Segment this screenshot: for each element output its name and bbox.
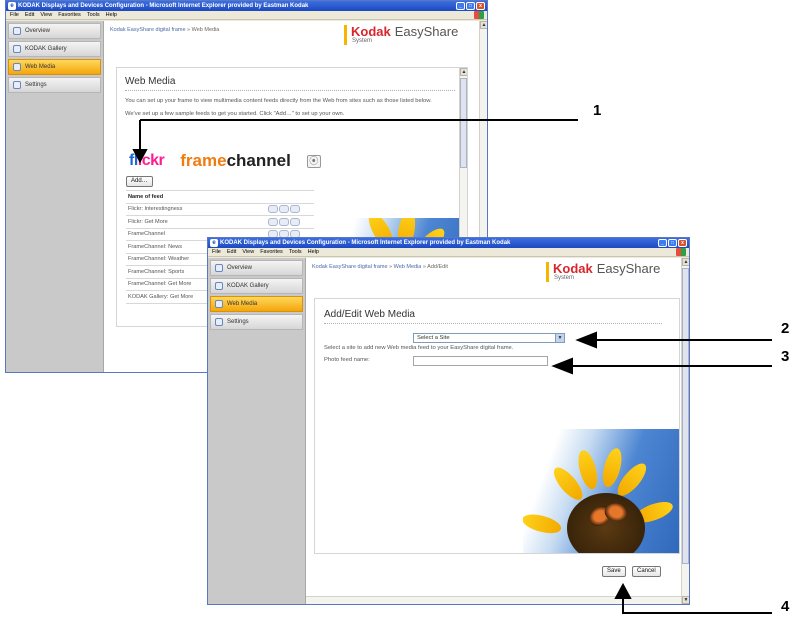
callout-number-2: 2 bbox=[781, 320, 790, 337]
arrowhead-2 bbox=[575, 331, 597, 349]
arrowhead-1 bbox=[132, 149, 148, 164]
callout-number-3: 3 bbox=[781, 348, 790, 365]
callout-number-1: 1 bbox=[593, 102, 602, 119]
arrowhead-4 bbox=[614, 582, 632, 599]
callout-number-4: 4 bbox=[781, 598, 790, 615]
callout-lines bbox=[132, 119, 772, 614]
arrowhead-3 bbox=[551, 357, 573, 375]
callout-line-4 bbox=[622, 596, 772, 614]
